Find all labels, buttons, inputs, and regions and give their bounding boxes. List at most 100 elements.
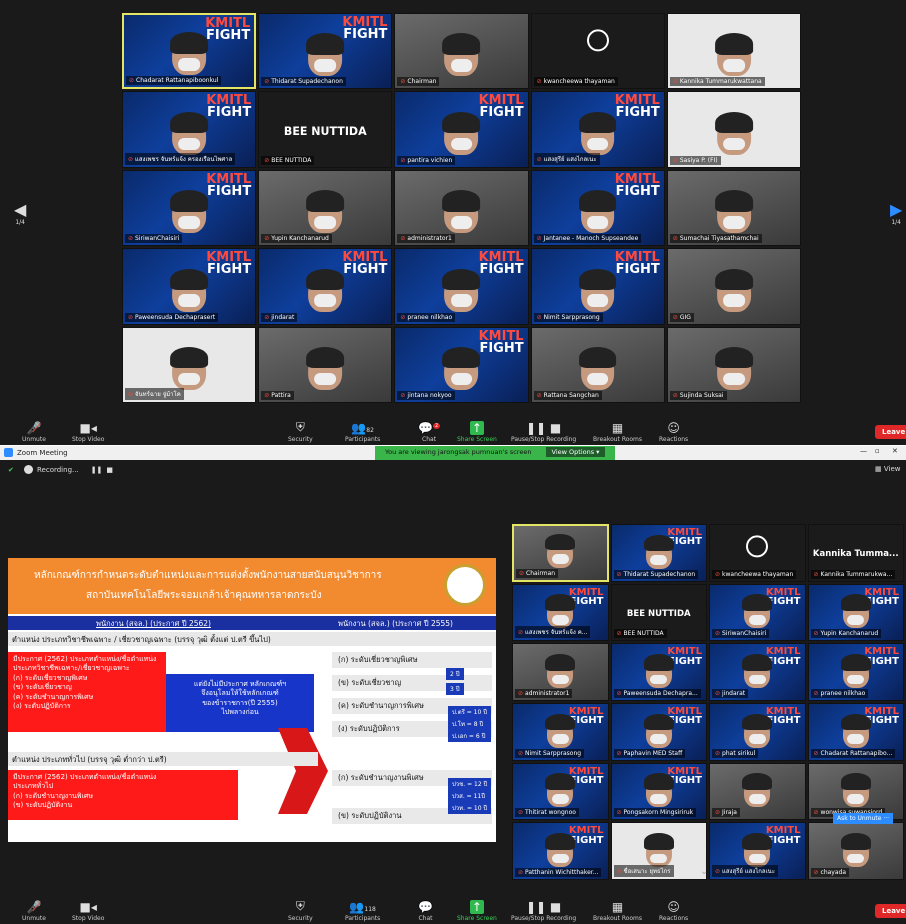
participant-tile[interactable]: ⊘ administrator1 <box>512 643 609 701</box>
reactions-button[interactable]: ☺ Reactions <box>659 421 688 443</box>
leave-button[interactable]: Leave <box>875 904 906 918</box>
participant-tile[interactable]: ⊘ administrator1 <box>394 169 529 247</box>
participant-tile[interactable]: KMITL FIGHT ⊘ pranee nilkhao <box>394 248 529 325</box>
participant-tile[interactable]: ⊘ Chairman <box>512 524 609 582</box>
participant-tile[interactable]: KMITL FIGHT ⊘ Nimit Sarpprasong <box>512 703 609 761</box>
close-icon[interactable]: ✕ <box>892 447 898 455</box>
maximize-icon[interactable]: ▫ <box>875 447 880 455</box>
participant-tile[interactable]: KMITL FIGHT ⊘ jindarat <box>709 643 806 701</box>
participant-tile[interactable]: KMITL FIGHT ⊘ แสงเพชร จันทร์แจ้ง ครองเรือนไ… <box>122 91 257 168</box>
minimize-icon[interactable]: — <box>860 447 867 455</box>
participant-tile[interactable]: ⊘ จันทร์ฉาย จู่ม้าโค <box>122 326 257 403</box>
recording-bar: ✔ Recording... ❚❚ ■ ▦ View <box>0 460 906 482</box>
chevron-right-icon[interactable]: ▶ <box>890 200 902 219</box>
security-button[interactable]: ⛨ Security <box>288 899 313 922</box>
leave-button[interactable]: Leave <box>875 425 906 439</box>
more-icon[interactable]: ··· <box>883 815 889 822</box>
recording-button[interactable]: ❚❚ ■ Pause/Stop Recording <box>511 900 576 922</box>
share-notice-banner: You are viewing jarongsak pumnuan's scre… <box>375 446 616 460</box>
pause-recording-icon[interactable]: ❚❚ <box>91 466 103 474</box>
participant-name-label: ⊘ administrator1 <box>397 234 455 244</box>
participant-tile[interactable]: KMITL FIGHT ⊘ Patthanin Wichitthaker... <box>512 822 609 880</box>
breakout-rooms-button[interactable]: ▦ Breakout Rooms <box>593 421 642 443</box>
participant-tile[interactable]: KMITL FIGHT ⊘ jindarat <box>258 248 393 325</box>
unmute-button[interactable]: 🎤̸ Unmute <box>22 900 46 922</box>
participant-tile[interactable]: BEE NUTTIDA ⊘ BEE NUTTIDA <box>258 91 393 168</box>
reactions-button[interactable]: ☺ Reactions <box>659 900 688 922</box>
participant-tile[interactable]: ⊘wonwisa suwansiord <box>807 762 904 821</box>
chevron-down-icon[interactable]: ⌄ <box>700 866 708 877</box>
next-page-arrow[interactable]: ▶ 1/4 <box>890 200 902 226</box>
participants-button[interactable]: 👥118 Participants <box>345 900 380 922</box>
shield-check-icon[interactable]: ✔ <box>8 466 14 474</box>
participant-tile[interactable]: KMITL FIGHT ⊘ SiriwanChaisiri <box>709 583 806 642</box>
pause-stop-icon: ❚❚ ■ <box>525 900 562 914</box>
participant-name-label: ⊘ แสงสุรีย์ แสงไกลเนะ <box>533 152 600 165</box>
share-screen-button[interactable]: ↑ Share Screen <box>457 900 497 922</box>
participant-tile[interactable]: KMITL FIGHT ⊘ แสงเพชร จันทร์แจ้ง ค... <box>512 583 609 642</box>
participant-tile[interactable]: ⊘ GIG <box>666 248 801 325</box>
recording-button[interactable]: ❚❚ ■ Pause/Stop Recording <box>511 421 576 443</box>
chat-button[interactable]: 💬 2 Chat <box>418 421 441 443</box>
bottom-zoom-window: Zoom Meeting You are viewing jarongsak p… <box>0 446 906 924</box>
mic-muted-icon: ⊘ <box>715 630 721 638</box>
unmute-button[interactable]: 🎤̸ Unmute <box>22 421 46 443</box>
participant-tile[interactable]: KMITL FIGHT ⊘ Thidarat Supadechanon <box>610 524 707 582</box>
participant-tile[interactable]: KMITL FIGHT ⊘ SiriwanChaisiri <box>122 169 257 247</box>
participant-tile[interactable]: Kannika Tumma... ⊘ Kannika Tummarukwa... <box>807 524 904 582</box>
meeting-toolbar-bottom: 🎤̸ Unmute ■◂ Stop Video ⛨ Security 👥118 Part… <box>0 890 906 924</box>
participant-name-label: ⊘ pantira vichien <box>397 155 456 165</box>
mic-muted-icon: ⊘ <box>672 392 678 399</box>
view-options-button[interactable]: View Options ▾ <box>545 447 606 457</box>
grid-view-icon: ▦ <box>875 465 882 473</box>
participant-tile[interactable]: BEE NUTTIDA ⊘ BEE NUTTIDA <box>610 583 707 642</box>
participant-tile[interactable]: ⊘ Sujinda Suksai <box>666 326 801 403</box>
participant-tile[interactable]: ⊘ kwancheewa thayaman <box>709 524 806 582</box>
participant-tile[interactable]: ⊘ Rattana Sangchan <box>530 326 665 403</box>
participant-tile[interactable]: KMITL FIGHT ⊘ แสงสุรีย์ แสงไกลเนะ <box>709 822 806 880</box>
participant-tile[interactable]: ⊘ Jiraja <box>709 762 806 821</box>
participant-tile[interactable]: ⊘ chayada <box>807 822 904 880</box>
participant-tile[interactable]: KMITL FIGHT ⊘ jintana nokyoo <box>394 326 529 403</box>
participant-tile[interactable]: KMITL FIGHT ⊘ Jantanee - Manoch Supseandee <box>530 169 665 247</box>
participant-tile[interactable]: KMITL FIGHT ⊘ Thitirat wongnoo <box>512 762 609 821</box>
participant-tile[interactable]: KMITL FIGHT ⊘ phat sirikul <box>709 703 806 761</box>
mic-muted-icon: ⊘ <box>264 78 270 86</box>
participant-tile[interactable]: KMITL FIGHT ⊘ Paphavin MED Staff <box>610 703 707 761</box>
participant-tile[interactable]: ⊘ kwancheewa thayaman <box>530 13 665 90</box>
participant-tile[interactable]: KMITL FIGHT ⊘ แสงสุรีย์ แสงไกลเนะ <box>530 91 665 168</box>
mic-muted-icon: ⊘ <box>715 749 721 757</box>
breakout-rooms-button[interactable]: ▦ Breakout Rooms <box>593 900 642 922</box>
participant-tile[interactable]: KMITL FIGHT ⊘ Chadarat Rattanapibo... <box>807 703 904 761</box>
years-line: ปวช. = 12 ปี <box>448 778 492 790</box>
participant-tile[interactable]: ⊘ Kannika Tummarukwattana <box>666 13 801 90</box>
hair-shape <box>578 111 617 134</box>
participant-tile[interactable]: ⊘ Sumachai Tiyasathamchai <box>666 169 801 247</box>
chevron-left-icon[interactable]: ◀ <box>14 200 26 219</box>
participant-tile[interactable]: KMITL FIGHT ⊘ pantira vichien <box>394 91 529 168</box>
participant-tile[interactable]: KMITL FIGHT ⊘ Thidarat Supadechanon <box>258 13 393 90</box>
participant-tile[interactable]: ⊘ Pattira <box>258 326 393 403</box>
participant-tile[interactable]: KMITL FIGHT ⊘ Paweensuda Dechapra... <box>610 643 707 701</box>
participant-tile[interactable]: ⊘ ชื่อเสนาะ ยุทธไกร <box>610 822 707 880</box>
stop-video-button[interactable]: ■◂ Stop Video <box>72 900 104 922</box>
prev-page-arrow[interactable]: ◀ 1/4 <box>14 200 26 226</box>
participant-tile[interactable]: KMITL FIGHT ⊘ Yupin Kanchanarud <box>807 583 904 642</box>
participants-button[interactable]: 👥82 Participants <box>345 421 380 443</box>
stop-recording-icon[interactable]: ■ <box>106 466 113 474</box>
participant-tile[interactable]: KMITL FIGHT ⊘ Nimit Sarpprasong <box>530 248 665 325</box>
participant-tile[interactable]: KMITL FIGHT ⊘ Paweensuda Dechaprasert <box>122 248 257 325</box>
participant-tile[interactable]: ⊘ Sasiya P. (FI) <box>666 91 801 168</box>
participant-tile[interactable]: ⊘ Yupin Kanchanarud <box>258 169 393 247</box>
participant-tile[interactable]: KMITL FIGHT ⊘ pranee nilkhao <box>807 643 904 701</box>
chat-button[interactable]: 💬 Chat <box>418 900 433 922</box>
security-button[interactable]: ⛨ Security <box>288 420 313 443</box>
participant-tile[interactable]: KMITL FIGHT ⊘ Chadarat Rattanapiboonkul <box>122 13 257 90</box>
view-button[interactable]: ▦ View <box>875 465 900 473</box>
participant-tile[interactable]: ⊘ Chairman <box>394 13 529 90</box>
stop-video-button[interactable]: ■◂ Stop Video <box>72 421 104 443</box>
hair-shape <box>442 268 481 291</box>
share-screen-button[interactable]: ↑ Share Screen <box>457 421 497 443</box>
ask-to-unmute-button[interactable]: Ask to Unmute ··· <box>833 813 894 824</box>
participant-tile[interactable]: KMITL FIGHT ⊘ Pongsakorn Mingsiriruk <box>610 762 707 821</box>
